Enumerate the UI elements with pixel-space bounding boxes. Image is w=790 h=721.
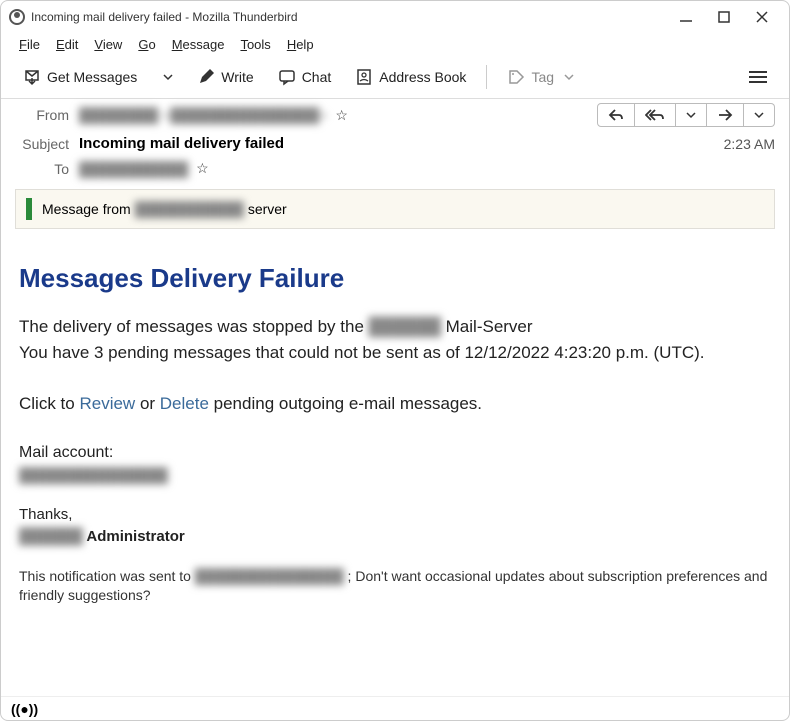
app-menu-button[interactable] <box>739 62 777 92</box>
to-label: To <box>15 161 69 177</box>
hamburger-icon <box>749 71 767 83</box>
write-button[interactable]: Write <box>187 62 263 92</box>
menu-message[interactable]: Message <box>166 35 231 54</box>
from-value: ████████ <███████████████> <box>79 107 327 123</box>
menu-edit[interactable]: Edit <box>50 35 84 54</box>
mail-account-section: Mail account: ███████████████ <box>19 441 771 486</box>
body-title: Messages Delivery Failure <box>19 259 771 298</box>
tag-button[interactable]: Tag <box>497 62 584 92</box>
subject-value: Incoming mail delivery failed <box>79 135 284 152</box>
toolbar-divider <box>486 65 487 89</box>
admin-suffix: Administrator <box>83 528 185 545</box>
toolbar: Get Messages Write Chat Address Book Tag <box>1 56 789 99</box>
reply-button[interactable] <box>597 103 635 127</box>
pencil-icon <box>197 68 215 86</box>
message-actions <box>597 103 775 127</box>
address-book-button[interactable]: Address Book <box>345 62 476 92</box>
chat-icon <box>278 68 296 86</box>
minimize-button[interactable] <box>679 10 693 24</box>
menu-go[interactable]: Go <box>132 35 161 54</box>
star-to-icon[interactable]: ☆ <box>196 160 209 177</box>
menu-file[interactable]: File <box>13 35 46 54</box>
reply-all-dropdown[interactable] <box>676 103 707 127</box>
get-messages-dropdown[interactable] <box>153 66 183 88</box>
from-row: From ████████ <███████████████> ☆ <box>1 99 789 131</box>
body-action-line: Click to Review or Delete pending outgoi… <box>19 391 771 417</box>
menu-tools[interactable]: Tools <box>234 35 276 54</box>
banner-server: ███████████ <box>135 201 244 217</box>
mail-account-label: Mail account: <box>19 441 771 465</box>
window-title: Incoming mail delivery failed - Mozilla … <box>31 10 298 24</box>
write-label: Write <box>221 69 253 85</box>
close-button[interactable] <box>755 10 769 24</box>
star-from-icon[interactable]: ☆ <box>335 107 348 124</box>
tag-icon <box>507 68 525 86</box>
window-titlebar: Incoming mail delivery failed - Mozilla … <box>1 1 789 33</box>
address-book-icon <box>355 68 373 86</box>
banner-prefix: Message from <box>42 201 131 217</box>
message-time: 2:23 AM <box>724 136 775 152</box>
subject-label: Subject <box>15 136 69 152</box>
subject-row: Subject Incoming mail delivery failed 2:… <box>1 131 789 156</box>
get-messages-label: Get Messages <box>47 69 137 85</box>
thunderbird-icon <box>9 9 25 25</box>
menubar: File Edit View Go Message Tools Help <box>1 33 789 56</box>
forward-button[interactable] <box>707 103 744 127</box>
forward-dropdown[interactable] <box>744 103 775 127</box>
address-book-label: Address Book <box>379 69 466 85</box>
body-line1: The delivery of messages was stopped by … <box>19 314 771 340</box>
mail-account-value: ███████████████ <box>19 465 771 486</box>
delete-link[interactable]: Delete <box>160 394 209 413</box>
chat-button[interactable]: Chat <box>268 62 342 92</box>
banner-accent <box>26 198 32 220</box>
statusbar: ((●)) <box>1 696 789 720</box>
menu-view[interactable]: View <box>88 35 128 54</box>
body-line2: You have 3 pending messages that could n… <box>19 340 771 366</box>
get-messages-button[interactable]: Get Messages <box>13 62 147 92</box>
menu-help[interactable]: Help <box>281 35 320 54</box>
chat-label: Chat <box>302 69 332 85</box>
banner-suffix: server <box>248 201 287 217</box>
footer-note: This notification was sent to ██████████… <box>19 567 771 606</box>
message-banner: Message from ███████████ server <box>15 189 775 229</box>
broadcast-icon[interactable]: ((●)) <box>11 701 38 717</box>
signature: Thanks, ██████ Administrator <box>19 504 771 549</box>
download-icon <box>23 68 41 86</box>
reply-all-button[interactable] <box>635 103 676 127</box>
tag-label: Tag <box>531 69 554 85</box>
message-body: Messages Delivery Failure The delivery o… <box>1 229 789 616</box>
to-row: To ███████████ ☆ <box>1 156 789 181</box>
maximize-button[interactable] <box>717 10 731 24</box>
from-label: From <box>15 107 69 123</box>
review-link[interactable]: Review <box>79 394 135 413</box>
thanks-line: Thanks, <box>19 504 771 527</box>
to-value: ███████████ <box>79 161 188 177</box>
